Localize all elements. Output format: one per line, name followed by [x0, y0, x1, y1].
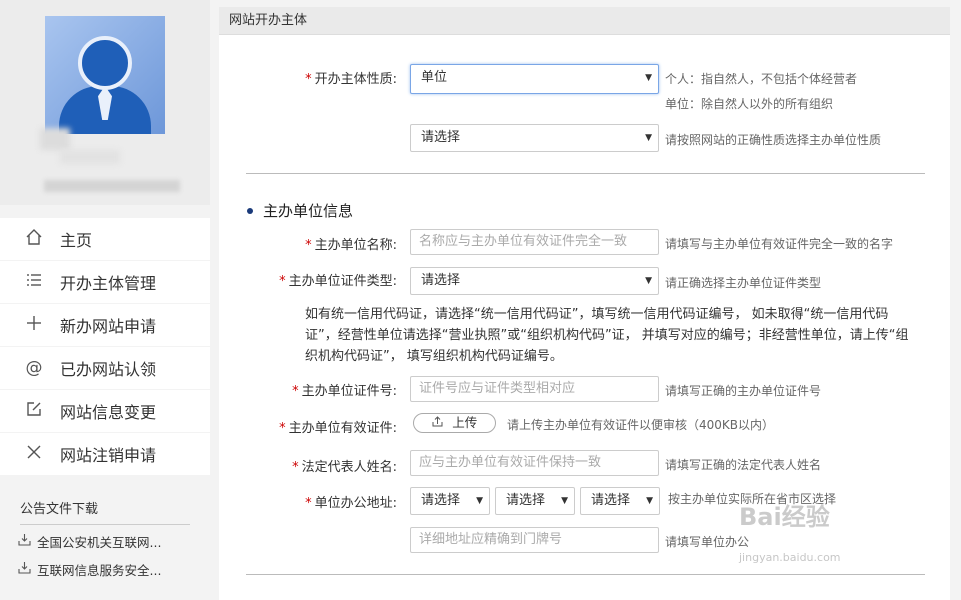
user-profile	[0, 0, 210, 205]
legal-rep-hint: 请填写正确的法定代表人姓名	[665, 458, 822, 472]
avatar[interactable]	[45, 16, 165, 134]
cert-no-hint: 请填写正确的主办单位证件号	[665, 384, 822, 398]
owner-type-select[interactable]: 单位 ▼	[410, 64, 659, 94]
watermark-url: jingyan.baidu.com	[739, 551, 841, 564]
cert-file-hint: 请上传主办单位有效证件以便审核（400KB以内）	[507, 418, 775, 432]
divider	[246, 574, 925, 575]
notice-item[interactable]: 全国公安机关互联网...	[18, 529, 210, 557]
plus-icon	[23, 314, 45, 337]
unit-name-input[interactable]: 名称应与主办单位有效证件完全一致	[410, 229, 659, 255]
download-icon	[18, 529, 31, 557]
sidebar-item-label: 网站注销申请	[60, 446, 157, 465]
sidebar-item-label: 已办网站认领	[60, 360, 157, 379]
district-select[interactable]: 请选择 ▼	[580, 487, 660, 515]
watermark-logo: Bai经验	[739, 503, 830, 531]
upload-icon	[432, 416, 447, 430]
province-select[interactable]: 请选择 ▼	[410, 487, 490, 515]
sidebar-nav: 主页 开办主体管理 新办网站申请 @ 已办网站认领 网站信息变更 网站注销申请	[0, 218, 210, 476]
cert-type-hint: 请正确选择主办单位证件类型	[665, 276, 822, 290]
address-label: * 单位办公地址:	[305, 496, 397, 511]
section-title: 主办单位信息	[247, 200, 353, 221]
sidebar-item-owner-management[interactable]: 开办主体管理	[0, 261, 210, 303]
address-detail-hint: 请填写单位办公	[665, 535, 750, 549]
unit-name-label: * 主办单位名称:	[305, 238, 397, 253]
sidebar-item-claim-site[interactable]: @ 已办网站认领	[0, 347, 210, 389]
main-panel: 网站开办主体 * 开办主体性质: 单位 ▼ 个人：指自然人，不包括个体经营者 单位：…	[219, 7, 950, 600]
cert-file-label: * 主办单位有效证件:	[279, 421, 397, 436]
sidebar-item-label: 网站信息变更	[60, 403, 157, 422]
sidebar-item-home[interactable]: 主页	[0, 218, 210, 260]
city-select[interactable]: 请选择 ▼	[495, 487, 575, 515]
sidebar-item-label: 主页	[60, 231, 93, 250]
cert-type-label: * 主办单位证件类型:	[279, 274, 397, 289]
owner-type-hint-2: 单位：除自然人以外的所有组织	[665, 97, 834, 111]
blurred-account	[44, 180, 180, 192]
unit-nature-hint: 请按照网站的正确性质选择主办单位性质	[665, 133, 882, 147]
cert-type-select[interactable]: 请选择 ▼	[410, 267, 659, 295]
notice-title: 公告文件下载	[20, 496, 190, 525]
notice-item[interactable]: 互联网信息服务安全...	[18, 557, 210, 585]
bullet-icon	[247, 207, 253, 214]
owner-type-hint-1: 个人：指自然人，不包括个体经营者	[665, 72, 858, 86]
cert-instructions: 如有统一信用代码证，请选择“统一信用代码证”，填写统一信用代码证编号， 如未取得…	[305, 307, 909, 364]
download-icon	[18, 557, 31, 585]
cert-no-input[interactable]: 证件号应与证件类型相对应	[410, 376, 659, 402]
home-icon	[23, 228, 45, 251]
owner-type-label: * 开办主体性质:	[305, 72, 397, 87]
legal-rep-label: * 法定代表人姓名:	[292, 460, 397, 475]
close-icon	[23, 443, 45, 466]
sidebar: 主页 开办主体管理 新办网站申请 @ 已办网站认领 网站信息变更 网站注销申请 …	[0, 0, 210, 600]
at-icon: @	[25, 358, 43, 378]
cert-no-label: * 主办单位证件号:	[292, 384, 397, 399]
address-detail-input[interactable]: 详细地址应精确到门牌号	[410, 527, 659, 553]
upload-button[interactable]: 上传	[413, 413, 496, 433]
unit-name-hint: 请填写与主办单位有效证件完全一致的名字	[665, 237, 894, 251]
sidebar-item-cancel-site[interactable]: 网站注销申请	[0, 433, 210, 475]
legal-rep-input[interactable]: 应与主办单位有效证件保持一致	[410, 450, 659, 476]
panel-header: 网站开办主体	[219, 7, 950, 35]
unit-nature-select[interactable]: 请选择 ▼	[410, 124, 659, 152]
sidebar-item-new-site[interactable]: 新办网站申请	[0, 304, 210, 346]
sidebar-item-label: 开办主体管理	[60, 274, 157, 293]
sidebar-item-change-info[interactable]: 网站信息变更	[0, 390, 210, 432]
list-icon	[23, 271, 45, 294]
edit-icon	[23, 400, 45, 423]
blurred-username	[40, 128, 70, 150]
divider	[246, 173, 925, 174]
notice-downloads: 公告文件下载 全国公安机关互联网... 互联网信息服务安全...	[0, 496, 210, 585]
blurred-info	[60, 150, 120, 164]
sidebar-item-label: 新办网站申请	[60, 317, 157, 336]
